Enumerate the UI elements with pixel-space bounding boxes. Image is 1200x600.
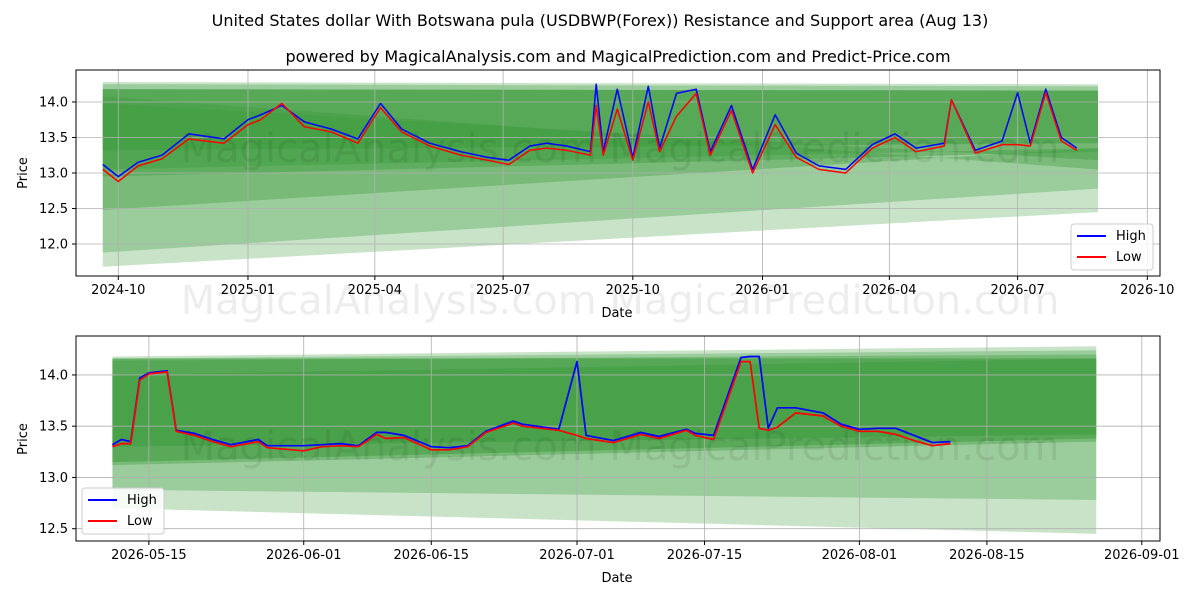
bottom-y-axis-label: Price [16, 423, 31, 455]
top-panel: MagicalAnalysis.com MagicalPrediction.co… [16, 69, 1174, 324]
bottom-y-tick-label: 13.5 [39, 420, 68, 435]
bottom-x-tick-label: 2026-07-15 [667, 548, 743, 563]
bottom-x-tick-label: 2026-08-15 [949, 548, 1025, 563]
bottom-x-tick-label: 2026-09-01 [1104, 548, 1180, 563]
top-x-tick-label: 2026-01 [735, 283, 789, 298]
top-y-tick-label: 13.5 [39, 131, 68, 146]
bottom-panel: MagicalAnalysis.com MagicalPrediction.co… [16, 335, 1180, 586]
bottom-y-tick-label: 13.0 [39, 471, 68, 486]
top-x-tick-label: 2025-04 [348, 283, 402, 298]
top-y-tick-label: 12.0 [39, 238, 68, 253]
bottom-x-tick-label: 2026-06-01 [266, 548, 342, 563]
top-y-tick-label: 13.0 [39, 167, 68, 182]
top-x-tick-label: 2026-07 [990, 283, 1044, 298]
top-legend-high-label: High [1116, 229, 1146, 244]
top-x-tick-label: 2025-07 [476, 283, 530, 298]
top-legend-low-label: Low [1116, 250, 1142, 265]
top-y-tick-label: 14.0 [39, 95, 68, 110]
top-y-axis-label: Price [16, 157, 31, 189]
bottom-legend-high-label: High [127, 493, 157, 508]
top-legend: High Low [1070, 223, 1154, 271]
top-x-axis-label: Date [601, 306, 632, 321]
bottom-y-tick-label: 12.5 [39, 522, 68, 537]
top-y-tick-label: 12.5 [39, 202, 68, 217]
bottom-watermark: MagicalAnalysis.com MagicalPrediction.co… [181, 424, 1060, 470]
chart-subtitle: powered by MagicalAnalysis.com and Magic… [285, 47, 950, 66]
top-x-tick-label: 2026-04 [862, 283, 916, 298]
bottom-x-tick-label: 2026-07-01 [539, 548, 615, 563]
forecast-figure: United States dollar With Botswana pula … [16, 11, 1180, 586]
bottom-x-tick-label: 2026-08-01 [822, 548, 898, 563]
top-x-tick-label: 2026-10 [1120, 283, 1174, 298]
top-x-tick-label: 2025-01 [221, 283, 275, 298]
top-x-tick-label: 2024-10 [91, 283, 145, 298]
bottom-legend-low-label: Low [127, 514, 153, 529]
chart-title: United States dollar With Botswana pula … [212, 11, 989, 30]
bottom-x-axis-label: Date [601, 571, 632, 586]
top-x-tick-label: 2025-10 [606, 283, 660, 298]
bottom-y-tick-label: 14.0 [39, 368, 68, 383]
bottom-x-tick-label: 2026-06-15 [393, 548, 469, 563]
bottom-x-tick-label: 2026-05-15 [111, 548, 187, 563]
top-resistance-support-bands [102, 82, 1098, 267]
bottom-legend: High Low [81, 487, 165, 535]
